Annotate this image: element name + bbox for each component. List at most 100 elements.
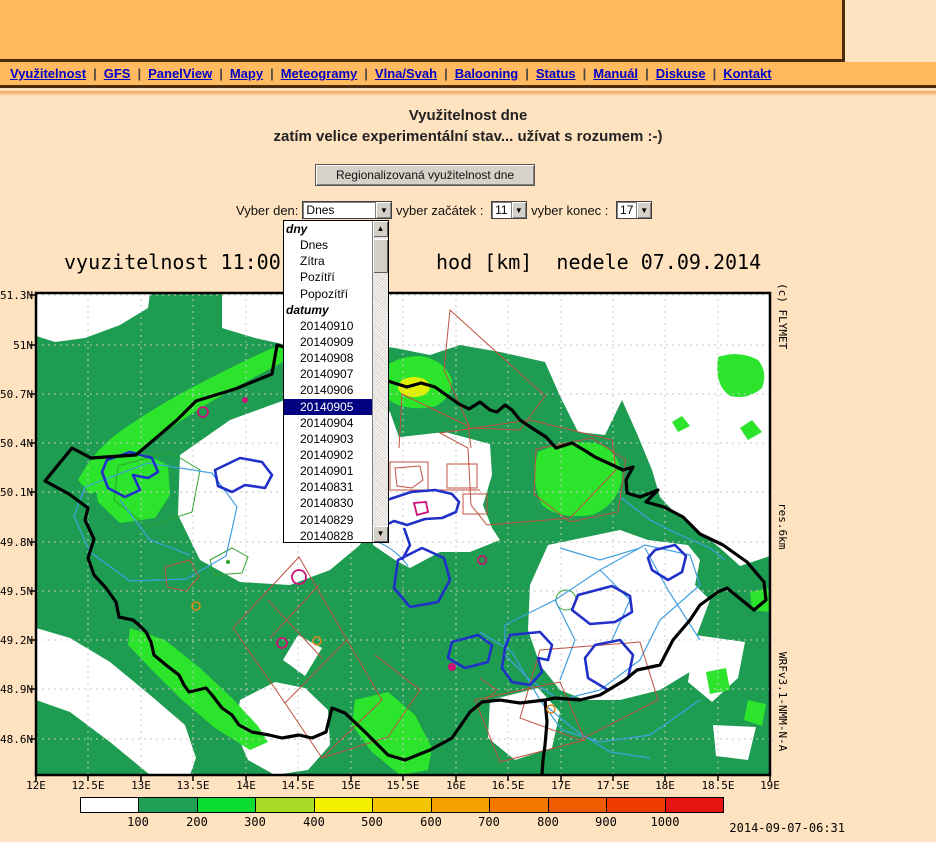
scale-swatch bbox=[315, 798, 373, 812]
lon-axis-label: 15.5E bbox=[381, 779, 425, 792]
dropdown-option[interactable]: Dnes bbox=[284, 237, 372, 253]
scale-value: 600 bbox=[409, 815, 453, 829]
nav-separator: | bbox=[583, 66, 587, 81]
lat-axis-label: 50.1N bbox=[0, 486, 33, 499]
dropdown-group-datumy: datumy bbox=[284, 302, 372, 318]
scale-swatch bbox=[198, 798, 256, 812]
scale-value: 800 bbox=[526, 815, 570, 829]
scale-swatch bbox=[432, 798, 490, 812]
nav-separator: | bbox=[137, 66, 141, 81]
day-dropdown-list: dny Dnes Zítra Pozítří Popozítří datumy … bbox=[283, 220, 389, 543]
nav-separator: | bbox=[713, 66, 717, 81]
nav-separator: | bbox=[525, 66, 529, 81]
scale-swatch bbox=[373, 798, 431, 812]
dropdown-option[interactable]: 20140906 bbox=[284, 382, 372, 398]
map-credit: (c) FLYMET bbox=[776, 283, 789, 349]
nav-item-panelview[interactable]: PanelView bbox=[148, 66, 212, 81]
dropdown-option[interactable]: 20140909 bbox=[284, 334, 372, 350]
lon-axis-label: 14E bbox=[224, 779, 268, 792]
map-title-left: vyuzitelnost 11:00 bbox=[64, 250, 281, 274]
chevron-down-icon[interactable]: ▼ bbox=[511, 202, 527, 218]
dropdown-option[interactable]: Zítra bbox=[284, 253, 372, 269]
dropdown-option[interactable]: 20140903 bbox=[284, 431, 372, 447]
lon-axis-label: 13E bbox=[119, 779, 163, 792]
lat-axis-label: 51.3N bbox=[0, 289, 33, 302]
nav-shadow bbox=[0, 91, 936, 96]
lon-axis-label: 17E bbox=[539, 779, 583, 792]
dropdown-option[interactable]: 20140902 bbox=[284, 447, 372, 463]
lat-axis-label: 49.5N bbox=[0, 585, 33, 598]
color-scale-bar bbox=[80, 797, 724, 813]
lat-axis-label: 48.9N bbox=[0, 683, 33, 696]
map-canvas bbox=[28, 285, 778, 785]
scrollbar-thumb[interactable] bbox=[373, 239, 388, 273]
start-select-label: vyber začátek : bbox=[396, 203, 487, 218]
nav-item-mapy[interactable]: Mapy bbox=[230, 66, 263, 81]
page-title: Využitelnost dne bbox=[0, 107, 936, 124]
scroll-down-icon[interactable]: ▼ bbox=[373, 526, 388, 542]
run-timestamp: 2014-09-07-06:31 bbox=[645, 821, 845, 835]
dropdown-option[interactable]: 20140830 bbox=[284, 495, 372, 511]
nav-separator: | bbox=[444, 66, 448, 81]
start-hour-value: 11 bbox=[492, 202, 510, 218]
nav-item-kontakt[interactable]: Kontakt bbox=[723, 66, 771, 81]
nav-item-meteogramy[interactable]: Meteogramy bbox=[281, 66, 358, 81]
scale-swatch bbox=[607, 798, 665, 812]
nav-item-vlna-svah[interactable]: Vlna/Svah bbox=[375, 66, 437, 81]
lon-axis-label: 16.5E bbox=[486, 779, 530, 792]
lon-axis-label: 19E bbox=[748, 779, 792, 792]
chevron-down-icon[interactable]: ▼ bbox=[375, 202, 391, 218]
dropdown-option[interactable]: 20140907 bbox=[284, 366, 372, 382]
dropdown-option[interactable]: 20140829 bbox=[284, 512, 372, 528]
lat-axis-label: 48.6N bbox=[0, 733, 33, 746]
lon-axis-label: 17.5E bbox=[591, 779, 635, 792]
scale-value: 300 bbox=[233, 815, 277, 829]
scale-value: 500 bbox=[350, 815, 394, 829]
lon-axis-label: 18E bbox=[643, 779, 687, 792]
nav-item-manual[interactable]: Manuál bbox=[593, 66, 638, 81]
dropdown-group-dny: dny bbox=[284, 221, 372, 237]
lat-axis-label: 49.2N bbox=[0, 634, 33, 647]
lat-axis-label: 50.4N bbox=[0, 437, 33, 450]
map-title-right: hod [km] nedele 07.09.2014 bbox=[436, 250, 761, 274]
start-hour-select[interactable]: 11 ▼ bbox=[491, 201, 527, 219]
scale-value: 200 bbox=[175, 815, 219, 829]
regionalized-usability-button[interactable]: Regionalizovaná využitelnost dne bbox=[315, 164, 535, 186]
lon-axis-label: 15E bbox=[329, 779, 373, 792]
nav-item-gfs[interactable]: GFS bbox=[104, 66, 131, 81]
map-resolution: res.6km bbox=[776, 503, 789, 549]
nav-separator: | bbox=[93, 66, 97, 81]
day-select-value: Dnes bbox=[303, 202, 337, 218]
nav-item-diskuse[interactable]: Diskuse bbox=[656, 66, 706, 81]
end-hour-select[interactable]: 17 ▼ bbox=[616, 201, 652, 219]
chevron-down-icon[interactable]: ▼ bbox=[636, 202, 651, 218]
lat-axis-label: 51N bbox=[0, 339, 33, 352]
scale-swatch bbox=[549, 798, 607, 812]
scale-value: 700 bbox=[467, 815, 511, 829]
dropdown-option[interactable]: 20140910 bbox=[284, 318, 372, 334]
dropdown-option-selected[interactable]: 20140905 bbox=[284, 399, 372, 415]
dropdown-option[interactable]: 20140828 bbox=[284, 528, 372, 544]
scroll-up-icon[interactable]: ▲ bbox=[373, 221, 388, 237]
dropdown-option[interactable]: Pozítří bbox=[284, 269, 372, 285]
dropdown-option[interactable]: 20140831 bbox=[284, 479, 372, 495]
dropdown-option[interactable]: 20140908 bbox=[284, 350, 372, 366]
nav-separator: | bbox=[219, 66, 223, 81]
scale-value: 100 bbox=[116, 815, 160, 829]
top-banner bbox=[0, 0, 845, 62]
lon-axis-label: 12.5E bbox=[66, 779, 110, 792]
dropdown-option[interactable]: 20140901 bbox=[284, 463, 372, 479]
nav-item-status[interactable]: Status bbox=[536, 66, 576, 81]
lon-axis-label: 14.5E bbox=[276, 779, 320, 792]
nav-separator: | bbox=[645, 66, 649, 81]
nav-item-balooning[interactable]: Balooning bbox=[455, 66, 519, 81]
dropdown-option[interactable]: 20140904 bbox=[284, 415, 372, 431]
dropdown-scrollbar[interactable]: ▲ ▼ bbox=[372, 221, 388, 542]
day-select-label: Vyber den: bbox=[236, 203, 298, 218]
day-select[interactable]: Dnes ▼ bbox=[302, 201, 392, 219]
scale-swatch bbox=[139, 798, 197, 812]
day-dropdown-options: dny Dnes Zítra Pozítří Popozítří datumy … bbox=[284, 221, 372, 542]
nav-item-vyuzitelnost[interactable]: Využitelnost bbox=[10, 66, 86, 81]
dropdown-option[interactable]: Popozítří bbox=[284, 286, 372, 302]
scale-swatch bbox=[256, 798, 314, 812]
